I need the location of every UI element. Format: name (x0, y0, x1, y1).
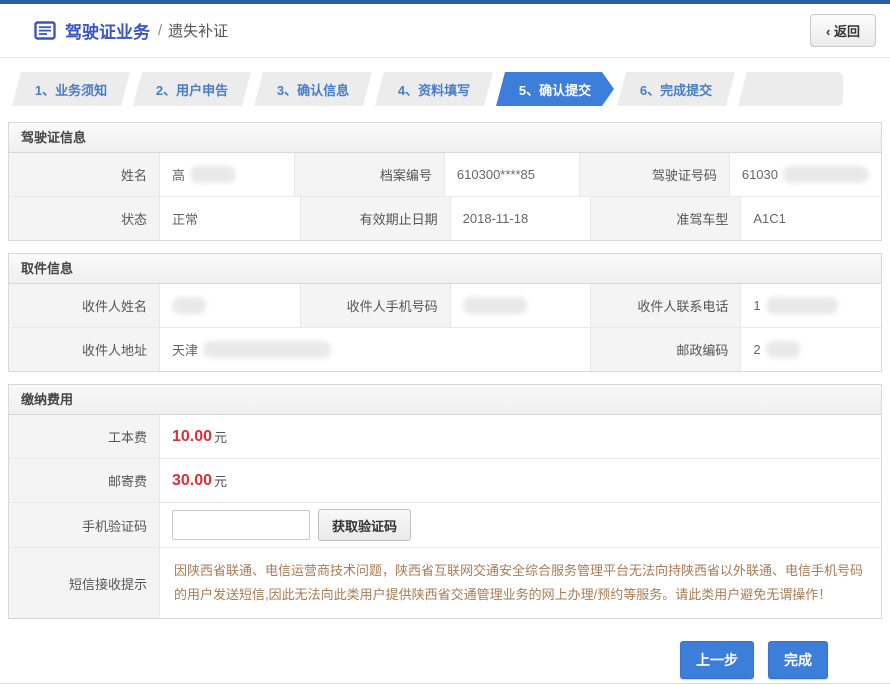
redacted-text (766, 341, 800, 358)
name-label: 姓名 (9, 153, 159, 196)
recipient-address-label: 收件人地址 (9, 328, 159, 371)
table-row: 姓名 高 档案编号 610300****85 驾驶证号码 61030 (9, 153, 881, 196)
license-number-value: 61030 (729, 153, 881, 196)
step-5-confirm-submit[interactable]: 5、确认提交 (496, 72, 614, 106)
fees-panel-title: 缴纳费用 (9, 385, 881, 415)
step-progress-bar: 1、业务须知 2、用户申告 3、确认信息 4、资料填写 5、确认提交 6、完成提… (12, 72, 878, 106)
license-number-label: 驾驶证号码 (579, 153, 729, 196)
page-bottom-divider (0, 683, 890, 684)
page-header: 驾驶证业务 / 遗失补证 ‹ 返回 (0, 4, 890, 58)
redacted-text (783, 166, 869, 183)
breadcrumb-current: 遗失补证 (168, 20, 228, 41)
file-number-label: 档案编号 (294, 153, 444, 196)
step-4-fill-data[interactable]: 4、资料填写 (375, 72, 493, 106)
page-title: 驾驶证业务 (65, 18, 150, 43)
table-row: 状态 正常 有效期止日期 2018-11-18 准驾车型 A1C1 (9, 196, 881, 240)
file-number-value: 610300****85 (444, 153, 579, 196)
postal-code-value: 2 (740, 328, 881, 371)
production-fee-label: 工本费 (9, 415, 159, 458)
recipient-phone-value: 1 (740, 284, 881, 327)
sms-code-cell: 获取验证码 (159, 503, 881, 547)
status-label: 状态 (9, 197, 159, 240)
name-value: 高 (159, 153, 294, 196)
get-sms-code-button[interactable]: 获取验证码 (318, 509, 411, 541)
production-fee-amount: 10.00 (172, 428, 212, 446)
pickup-panel-title: 取件信息 (9, 254, 881, 284)
sms-notice-text: 因陕西省联通、电信运营商技术问题，陕西省互联网交通安全综合服务管理平台无法向持陕… (159, 548, 881, 618)
recipient-address-value: 天津 (159, 328, 590, 371)
postage-fee-amount: 30.00 (172, 472, 212, 490)
step-2-user-declaration[interactable]: 2、用户申告 (133, 72, 251, 106)
redacted-text (172, 297, 206, 314)
production-fee-value: 10.00 元 (159, 415, 881, 458)
recipient-name-label: 收件人姓名 (9, 284, 159, 327)
recipient-mobile-label: 收件人手机号码 (300, 284, 450, 327)
back-button[interactable]: ‹ 返回 (810, 14, 876, 47)
license-info-panel: 驾驶证信息 姓名 高 档案编号 610300****85 驾驶证号码 61030… (8, 122, 882, 241)
vehicle-class-value: A1C1 (740, 197, 881, 240)
recipient-mobile-value (450, 284, 591, 327)
redacted-text (463, 297, 527, 314)
sms-notice-label: 短信接收提示 (9, 548, 159, 618)
recipient-phone-label: 收件人联系电话 (590, 284, 740, 327)
table-row: 收件人姓名 收件人手机号码 收件人联系电话 1 (9, 284, 881, 327)
postage-fee-label: 邮寄费 (9, 459, 159, 502)
expiry-date-label: 有效期止日期 (300, 197, 450, 240)
fees-panel: 缴纳费用 工本费 10.00 元 邮寄费 30.00 元 手机验证码 获取验证码… (8, 384, 882, 619)
previous-step-button[interactable]: 上一步 (680, 641, 754, 679)
license-panel-title: 驾驶证信息 (9, 123, 881, 153)
table-row: 手机验证码 获取验证码 (9, 502, 881, 547)
breadcrumb-separator: / (158, 22, 162, 39)
sms-code-label: 手机验证码 (9, 503, 159, 547)
step-bar-filler (738, 72, 843, 106)
pickup-info-panel: 取件信息 收件人姓名 收件人手机号码 收件人联系电话 1 收件人地址 天津 邮政… (8, 253, 882, 372)
postal-code-label: 邮政编码 (590, 328, 740, 371)
redacted-text (766, 297, 838, 314)
postage-fee-unit: 元 (214, 471, 227, 490)
recipient-name-value (159, 284, 300, 327)
bottom-actions: 上一步 完成 (0, 619, 890, 679)
redacted-text (203, 341, 331, 358)
vehicle-class-label: 准驾车型 (590, 197, 740, 240)
step-3-confirm-info[interactable]: 3、确认信息 (254, 72, 372, 106)
table-row: 短信接收提示 因陕西省联通、电信运营商技术问题，陕西省互联网交通安全综合服务管理… (9, 547, 881, 618)
table-row: 工本费 10.00 元 (9, 415, 881, 458)
redacted-text (190, 166, 236, 183)
table-row: 收件人地址 天津 邮政编码 2 (9, 327, 881, 371)
status-value: 正常 (159, 197, 300, 240)
expiry-date-value: 2018-11-18 (450, 197, 591, 240)
list-icon (34, 21, 56, 40)
step-1-business-notes[interactable]: 1、业务须知 (12, 72, 130, 106)
postage-fee-value: 30.00 元 (159, 459, 881, 502)
step-6-finish-submit[interactable]: 6、完成提交 (617, 72, 735, 106)
finish-button[interactable]: 完成 (768, 641, 828, 679)
table-row: 邮寄费 30.00 元 (9, 458, 881, 502)
production-fee-unit: 元 (214, 427, 227, 446)
sms-code-input[interactable] (172, 510, 310, 540)
